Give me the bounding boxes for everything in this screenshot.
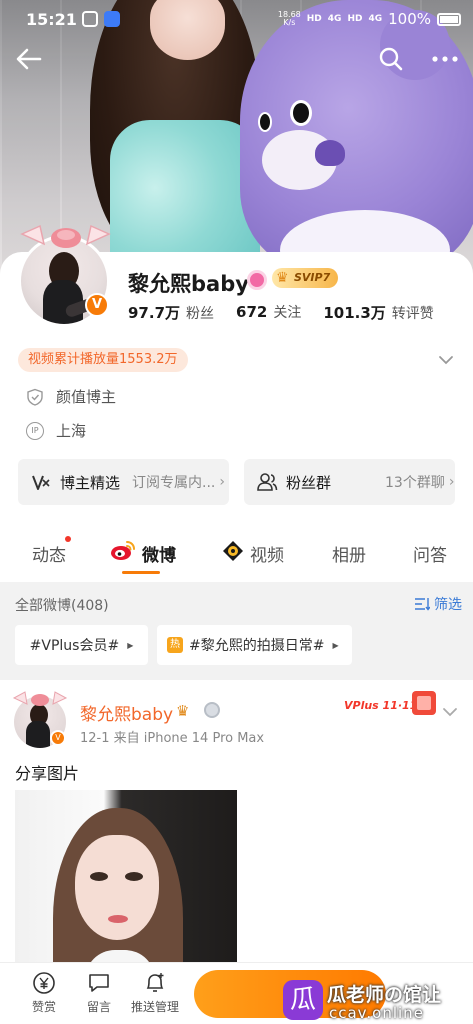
video-play-count-badge: 视频累计播放量1553.2万 (18, 348, 188, 372)
vplus-promo-badge[interactable]: VPlus 11·11 (342, 683, 440, 723)
net-speed: 18.68 K/s (277, 10, 301, 27)
tab-weibo[interactable]: 微博 (142, 541, 176, 566)
status-time: 15:21 (26, 10, 77, 29)
top-nav (0, 42, 473, 82)
profile-category: 颜值博主 (26, 386, 116, 407)
people-icon (257, 473, 278, 491)
active-tab-indicator (122, 571, 160, 574)
profile-stats: 97.7万 粉丝 672 关注 101.3万 转评赞 (128, 302, 434, 323)
push-management-button[interactable]: 推送管理 (123, 971, 187, 1015)
profile-name: 黎允熙baby (128, 272, 249, 296)
status-bar: 15:21 18.68 K/s HD 4G HD 4G 100% (0, 0, 473, 38)
ip-location-icon: IP (26, 421, 44, 440)
tab-album[interactable]: 相册 (332, 541, 366, 566)
pig-ears-frame-icon (12, 691, 68, 706)
hot-badge: 热 (167, 637, 183, 653)
verified-badge-icon: V (85, 293, 109, 317)
signal-hd-1: HD (306, 14, 322, 24)
featured-v-icon (32, 475, 50, 490)
chat-bubble-icon (89, 974, 109, 992)
battery-icon (437, 12, 461, 26)
post-count: 全部微博(408) (15, 598, 109, 614)
svip-badge[interactable]: SVIP7 (272, 268, 339, 288)
signal-hd-2: HD (347, 14, 363, 24)
stat-engagement[interactable]: 101.3万 转评赞 (323, 302, 433, 323)
search-icon[interactable] (378, 46, 404, 72)
tab-qa[interactable]: 问答 (413, 541, 447, 566)
notification-dot (65, 536, 71, 542)
fan-group-button[interactable]: 粉丝群 13个群聊 › (244, 459, 455, 505)
bell-plus-icon (146, 973, 164, 992)
topic-chip-shooting-daily[interactable]: 热 #黎允熙的拍摄日常# ▶ (157, 625, 352, 665)
chevron-down-icon[interactable] (440, 702, 460, 722)
tab-video[interactable]: 视频 (250, 541, 284, 566)
back-arrow-icon[interactable] (14, 44, 44, 74)
more-icon[interactable] (430, 46, 460, 72)
svg-text:VPlus 11·11: VPlus 11·11 (344, 699, 417, 712)
feed-filter-bar: 全部微博(408) 筛选 (0, 579, 473, 629)
filter-icon (415, 598, 430, 611)
yen-coin-icon (33, 972, 55, 994)
crown-icon: ♛ (176, 702, 190, 720)
filter-button[interactable]: 筛选 (414, 594, 462, 614)
battery-percent: 100% (388, 10, 431, 28)
watermark: 瓜 瓜老师の馆让 ccav.online (283, 968, 473, 1024)
featured-content-button[interactable]: 博主精选 订阅专属内... › (18, 459, 229, 505)
verified-badge-icon: V (50, 730, 66, 746)
shield-icon (104, 11, 120, 27)
profile-tabs: 动态 微博 视频 相册 问答 (0, 527, 473, 579)
post-text: 分享图片 (15, 764, 80, 783)
profile-location: IP 上海 (26, 420, 86, 441)
post-author-name[interactable]: 黎允熙baby (80, 700, 173, 725)
post-meta: 12-1 来自 iPhone 14 Pro Max (80, 731, 265, 746)
topic-chip-vplus[interactable]: #VPlus会员# ▶ (15, 625, 148, 665)
signal-4g-1: 4G (327, 14, 342, 24)
message-button[interactable]: 留言 (67, 971, 131, 1015)
video-icon (223, 541, 243, 561)
shield-check-icon (27, 388, 43, 406)
stat-following[interactable]: 672 关注 (236, 302, 301, 323)
weibo-logo-icon (111, 541, 135, 560)
pig-ears-frame-icon (20, 224, 111, 248)
medal-icon (204, 702, 220, 718)
watermark-logo-icon: 瓜 (283, 980, 323, 1020)
signal-4g-2: 4G (368, 14, 383, 24)
member-medal-icon[interactable] (247, 270, 267, 290)
tab-dynamic[interactable]: 动态 (32, 541, 66, 566)
chevron-down-icon[interactable] (436, 350, 456, 370)
stat-fans[interactable]: 97.7万 粉丝 (128, 302, 214, 323)
app-notification-icon (82, 11, 98, 27)
